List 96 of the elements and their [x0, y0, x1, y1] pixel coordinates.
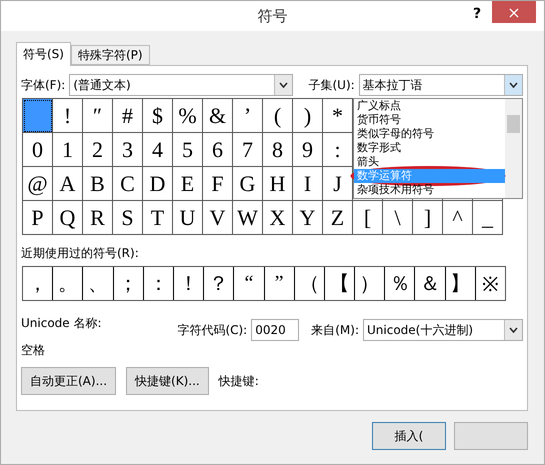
cancel-button[interactable] [454, 422, 528, 450]
symbol-cell[interactable]: ’ [233, 99, 263, 133]
symbol-cell[interactable]: T [143, 201, 173, 235]
symbol-cell[interactable]: H [263, 167, 293, 201]
symbol-cell[interactable]: Z [323, 201, 353, 235]
symbol-cell[interactable]: 9 [293, 133, 323, 167]
insert-button[interactable]: 插入( [372, 422, 446, 450]
symbol-cell[interactable]: I [293, 167, 323, 201]
recent-symbol-cell[interactable]: 。 [53, 267, 84, 300]
subset-dropdown[interactable]: 基本拉丁语 [358, 74, 523, 96]
symbol-cell[interactable]: G [233, 167, 263, 201]
symbol-cell[interactable]: R [83, 201, 113, 235]
help-button[interactable]: ? [462, 3, 492, 25]
symbol-cell[interactable]: # [113, 99, 143, 133]
symbol-cell[interactable]: 3 [113, 133, 143, 167]
symbol-cell[interactable]: : [323, 133, 353, 167]
subset-option[interactable]: 类似字母的符号 [354, 127, 505, 141]
caret-icon [504, 75, 522, 95]
symbol-cell[interactable]: _ [473, 201, 503, 235]
recent-symbol-cell[interactable]: ） [355, 267, 386, 300]
symbol-cell[interactable]: F [203, 167, 233, 201]
symbol-cell[interactable]: ) [293, 99, 323, 133]
caret-icon [274, 75, 292, 95]
symbol-cell[interactable]: * [323, 99, 353, 133]
symbol-cell[interactable]: \ [383, 201, 413, 235]
recent-symbol-cell[interactable]: ； [114, 267, 144, 300]
symbol-cell[interactable]: U [173, 201, 203, 235]
symbol-cell[interactable]: 0 [23, 133, 53, 167]
unicode-name-value: 空格 [21, 342, 46, 359]
subset-option[interactable]: 数字形式 [354, 141, 505, 155]
subset-label: 子集(U): [308, 76, 355, 94]
symbol-cell[interactable]: [ [353, 201, 383, 235]
recent-symbol-cell[interactable]: 、 [83, 267, 114, 300]
symbol-cell[interactable]: D [143, 167, 173, 201]
recent-symbol-cell[interactable]: ※ [476, 267, 505, 300]
subset-option[interactable]: 箭头 [354, 155, 505, 169]
symbol-cell[interactable]: W [233, 201, 263, 235]
tab[interactable]: 特殊字符(P) [70, 45, 150, 65]
symbol-cell[interactable]: E [173, 167, 203, 201]
dialog-button[interactable]: 自动更正(A)... [21, 367, 116, 395]
symbol-cell[interactable]: 1 [53, 133, 83, 167]
symbol-cell[interactable]: 5 [173, 133, 203, 167]
char-code-label: 字符代码(C): [177, 322, 248, 338]
recent-symbol-cell[interactable]: ” [264, 267, 295, 300]
symbol-cell[interactable]: 8 [263, 133, 293, 167]
symbol-cell[interactable] [23, 99, 53, 133]
window-title: 符号 [258, 7, 288, 26]
unicode-name-label: Unicode 名称: [21, 315, 103, 332]
symbol-cell[interactable]: ] [413, 201, 443, 235]
scrollbar[interactable] [505, 99, 522, 198]
recent-symbol-cell[interactable]: ％ [385, 267, 416, 300]
recent-symbol-cell[interactable]: （ [294, 267, 325, 300]
symbol-cell[interactable]: B [83, 167, 113, 201]
recent-symbol-cell[interactable]: ？ [204, 267, 234, 300]
recent-symbol-cell[interactable]: “ [234, 267, 264, 300]
symbol-cell[interactable]: Y [293, 201, 323, 235]
symbol-cell[interactable]: J [323, 167, 353, 201]
char-code-field[interactable]: 0020 [251, 319, 300, 341]
symbol-cell[interactable]: ^ [443, 201, 473, 235]
symbol-cell[interactable]: $ [143, 99, 173, 133]
symbol-cell[interactable]: % [173, 99, 203, 133]
symbol-cell[interactable]: Q [53, 201, 83, 235]
symbol-cell[interactable]: A [53, 167, 83, 201]
symbol-cell[interactable]: ″ [83, 99, 113, 133]
symbol-cell[interactable]: 2 [83, 133, 113, 167]
recent-symbol-cell[interactable]: 【 [324, 267, 356, 300]
symbol-cell[interactable]: X [263, 201, 293, 235]
recent-symbol-cell[interactable]: ： [144, 267, 174, 300]
shortcut-label: 快捷键: [218, 372, 259, 390]
symbol-cell[interactable]: 6 [203, 133, 233, 167]
symbol-cell[interactable]: ! [53, 99, 83, 133]
symbol-cell[interactable]: ( [263, 99, 293, 133]
subset-option[interactable]: 货币符号 [354, 113, 505, 127]
dialog-button[interactable]: 快捷键(K)... [126, 367, 209, 395]
from-label: 来自(M): [311, 322, 359, 338]
symbol-cell[interactable]: & [203, 99, 233, 133]
symbol-cell[interactable]: P [23, 201, 53, 235]
font-label: 字体(F): [21, 76, 66, 94]
recent-symbol-cell[interactable]: ＆ [415, 267, 446, 300]
symbol-cell[interactable]: S [113, 201, 143, 235]
symbol-cell[interactable]: C [113, 167, 143, 201]
from-dropdown[interactable]: Unicode(十六进制) [363, 319, 523, 341]
font-dropdown[interactable]: (普通文本) [69, 74, 292, 96]
recent-symbol-cell[interactable]: ！ [174, 267, 204, 300]
close-button[interactable]: × [492, 1, 536, 23]
caret-icon [504, 320, 522, 340]
symbol-cell[interactable]: 4 [143, 133, 173, 167]
symbol-cell[interactable]: V [203, 201, 233, 235]
recent-symbol-cell[interactable]: ， [23, 267, 54, 300]
subset-option[interactable]: 杂项技术用符号 [354, 183, 505, 197]
symbol-cell[interactable]: @ [23, 167, 53, 201]
subset-option[interactable]: 广义标点 [354, 99, 505, 113]
tab[interactable]: 符号(S) [16, 42, 71, 66]
recent-label: 近期使用过的符号(R): [21, 245, 140, 262]
recent-symbol-cell[interactable]: 】 [446, 267, 476, 300]
symbol-cell[interactable]: 7 [233, 133, 263, 167]
